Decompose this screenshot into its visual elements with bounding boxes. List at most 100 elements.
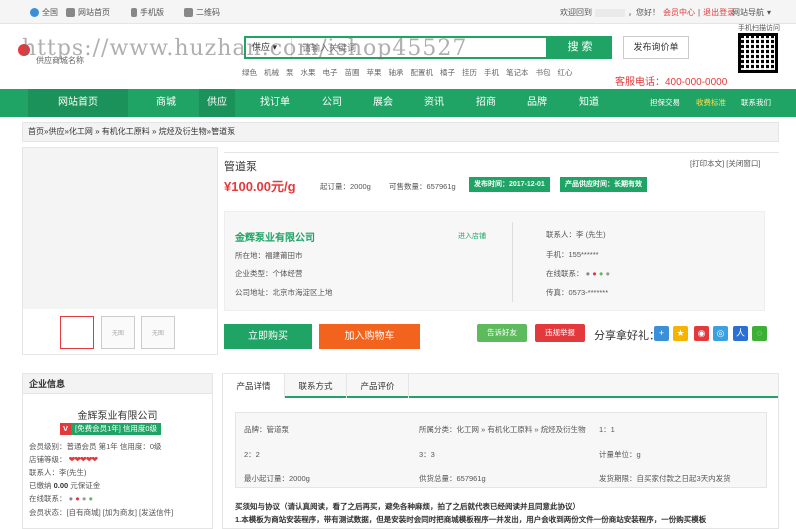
attr-moq: 最小起订量：2000g	[244, 474, 310, 483]
hotword-link[interactable]: 橘子	[440, 67, 455, 78]
tencent-weibo-icon[interactable]: ◎	[713, 326, 728, 341]
hotword-link[interactable]: 笔记本	[506, 67, 529, 78]
qrcode-link[interactable]: 二维码	[184, 7, 220, 18]
hotword-link[interactable]: 电子	[323, 67, 338, 78]
company-name-link[interactable]: 金辉泵业有限公司	[235, 229, 315, 244]
hotword-link[interactable]: 挂历	[462, 67, 477, 78]
qzone-star-icon[interactable]: ★	[673, 326, 688, 341]
detail-tabs: 产品详情 联系方式 产品评价	[223, 374, 778, 398]
weibo-icon[interactable]: ◉	[694, 326, 709, 341]
attr-one: 1：1	[599, 425, 615, 434]
site-nav-menu[interactable]: 网站导航 ▾	[732, 7, 771, 18]
chat-icon[interactable]: ●	[586, 269, 591, 278]
card-divider	[512, 222, 513, 302]
purchase-notice-title: 买须知与协议（请认真阅读，看了之后再买，避免各种麻烦，拍了之后就代表已经阅读并且…	[235, 502, 580, 511]
hotword-link[interactable]: 苗圃	[345, 67, 360, 78]
logout-link[interactable]: 退出登录	[703, 7, 735, 18]
hotword-link[interactable]: 配置机	[411, 67, 434, 78]
location-icon	[30, 8, 39, 17]
attribute-table: 品牌：管道泵 所属分类：化工网 » 有机化工原料 » 烷烃及衍生物 1：1 2：…	[235, 412, 767, 488]
aliwangwang-icon[interactable]: ●	[605, 269, 610, 278]
qq-icon[interactable]: ●	[592, 269, 597, 278]
nav-pricing-link[interactable]: 收费标准	[696, 89, 726, 117]
breadcrumb[interactable]: 首页»供应»化工网 » 有机化工原料 » 烷烃及衍生物»管道泵	[22, 122, 779, 142]
hotword-link[interactable]: 轴承	[389, 67, 404, 78]
qr-label: 手机扫描访问	[738, 25, 780, 32]
wechat-share-icon[interactable]: ◌	[752, 326, 767, 341]
home-link[interactable]: 网站首页	[66, 7, 110, 18]
nav-item-mall[interactable]: 商城	[148, 89, 184, 117]
print-close-links[interactable]: [打印本文] [关闭窗口]	[690, 158, 760, 169]
search-button[interactable]: 搜 索	[548, 36, 612, 59]
thumbnail-selected[interactable]	[60, 316, 94, 349]
attr-unit: 计量单位：g	[599, 450, 641, 459]
sidebar-contact: 联系人：李(先生)	[29, 468, 87, 477]
top-bar: 全国 网站首页 手机版 二维码 欢迎回到 ，您好！ 会员中心 | 退出登录 网站…	[0, 0, 796, 24]
aliwangwang-icon[interactable]: ●	[82, 494, 87, 503]
nav-item-home[interactable]: 网站首页	[28, 89, 128, 117]
nav-item-expo[interactable]: 展会	[365, 89, 401, 117]
region-link[interactable]: 全国	[30, 7, 58, 18]
tab-contact[interactable]: 联系方式	[285, 374, 347, 398]
contact-person: 联系人：李 (先生)	[546, 230, 606, 239]
nav-escrow-link[interactable]: 担保交易	[650, 89, 680, 117]
buy-now-button[interactable]: 立即购买	[224, 324, 312, 349]
sidebar-online-label: 在线联系：	[29, 494, 67, 503]
nav-item-supply[interactable]: 供应	[199, 89, 235, 117]
nav-item-orders[interactable]: 找订单	[254, 89, 296, 117]
hotword-link[interactable]: 苹果	[367, 67, 382, 78]
nav-item-know[interactable]: 知道	[571, 89, 607, 117]
report-button[interactable]: 违规举报	[535, 324, 585, 342]
hotword-link[interactable]: 泵	[286, 67, 294, 78]
share-plus-icon[interactable]: +	[654, 326, 669, 341]
main-nav: 网站首页 商城 供应 找订单 公司 展会 资讯 招商 品牌 知道 担保交易 收费…	[0, 89, 796, 117]
hotword-link[interactable]: 书包	[536, 67, 551, 78]
thumbnail[interactable]: 无图	[141, 316, 175, 349]
wechat-icon[interactable]: ●	[88, 494, 93, 503]
phone-icon	[131, 8, 137, 17]
mobile-label: 手机版	[140, 8, 164, 17]
hotword-link[interactable]: 绿色	[242, 67, 257, 78]
publish-inquiry-button[interactable]: 发布询价单	[623, 36, 689, 59]
contact-mobile: 手机：155******	[546, 250, 599, 259]
wechat-icon[interactable]: ●	[599, 269, 604, 278]
hotword-link[interactable]: 机械	[264, 67, 279, 78]
tab-product-detail[interactable]: 产品详情	[223, 374, 285, 398]
member-badge-text: [免费会员1年] 信用度0级	[71, 423, 162, 435]
member-center-link[interactable]: 会员中心	[663, 7, 695, 18]
product-price: ¥100.00元/g	[224, 179, 296, 194]
product-main-image[interactable]	[23, 148, 217, 309]
member-status-links[interactable]: 会员状态：[自有商城] [加为商友] [发送信件]	[29, 507, 173, 518]
deposit-info: 已缴纳 0.00 元保证金	[29, 480, 100, 491]
hotword-link[interactable]: 红心	[558, 67, 573, 78]
hotword-link[interactable]: 手机	[484, 67, 499, 78]
store-grade-label: 店铺等级：	[29, 455, 67, 464]
tell-friend-button[interactable]: 告诉好友	[477, 324, 527, 342]
member-badge: V [免费会员1年] 信用度0级	[60, 423, 162, 435]
nav-item-company[interactable]: 公司	[314, 89, 350, 117]
qq-icon[interactable]: ●	[75, 494, 80, 503]
deposit-value: 0.00	[53, 481, 69, 490]
nav-item-news[interactable]: 资讯	[416, 89, 452, 117]
nav-item-brand[interactable]: 品牌	[519, 89, 555, 117]
deposit-suffix: 元保证金	[70, 481, 101, 490]
welcome-label: 欢迎回到	[560, 8, 592, 17]
chat-icon[interactable]: ●	[69, 494, 74, 503]
company-info-panel: 企业信息 金辉泵业有限公司 V [免费会员1年] 信用度0级 会员级别：普通会员…	[22, 373, 213, 529]
product-detail-panel: 产品详情 联系方式 产品评价 品牌：管道泵 所属分类：化工网 » 有机化工原料 …	[222, 373, 779, 529]
hotword-link[interactable]: 水果	[301, 67, 316, 78]
nav-item-invest[interactable]: 招商	[468, 89, 504, 117]
mobile-link[interactable]: 手机版	[131, 7, 164, 18]
thumbnail[interactable]: 无图	[101, 316, 135, 349]
nav-contact-link[interactable]: 联系我们	[741, 89, 771, 117]
add-to-cart-button[interactable]: 加入购物车	[319, 324, 420, 349]
company-location: 所在地：福建莆田市	[235, 251, 303, 260]
sidebar-company-name[interactable]: 金辉泵业有限公司	[23, 407, 212, 422]
qr-code-icon	[738, 33, 778, 73]
tab-reviews[interactable]: 产品评价	[347, 374, 409, 398]
enter-store-link[interactable]: 进入店铺	[458, 231, 486, 241]
renren-icon[interactable]: 人	[733, 326, 748, 341]
chevron-down-icon: ▾	[767, 8, 772, 17]
product-title: 管道泵	[224, 161, 257, 173]
contact-fax: 传真：0573-*******	[546, 288, 609, 297]
